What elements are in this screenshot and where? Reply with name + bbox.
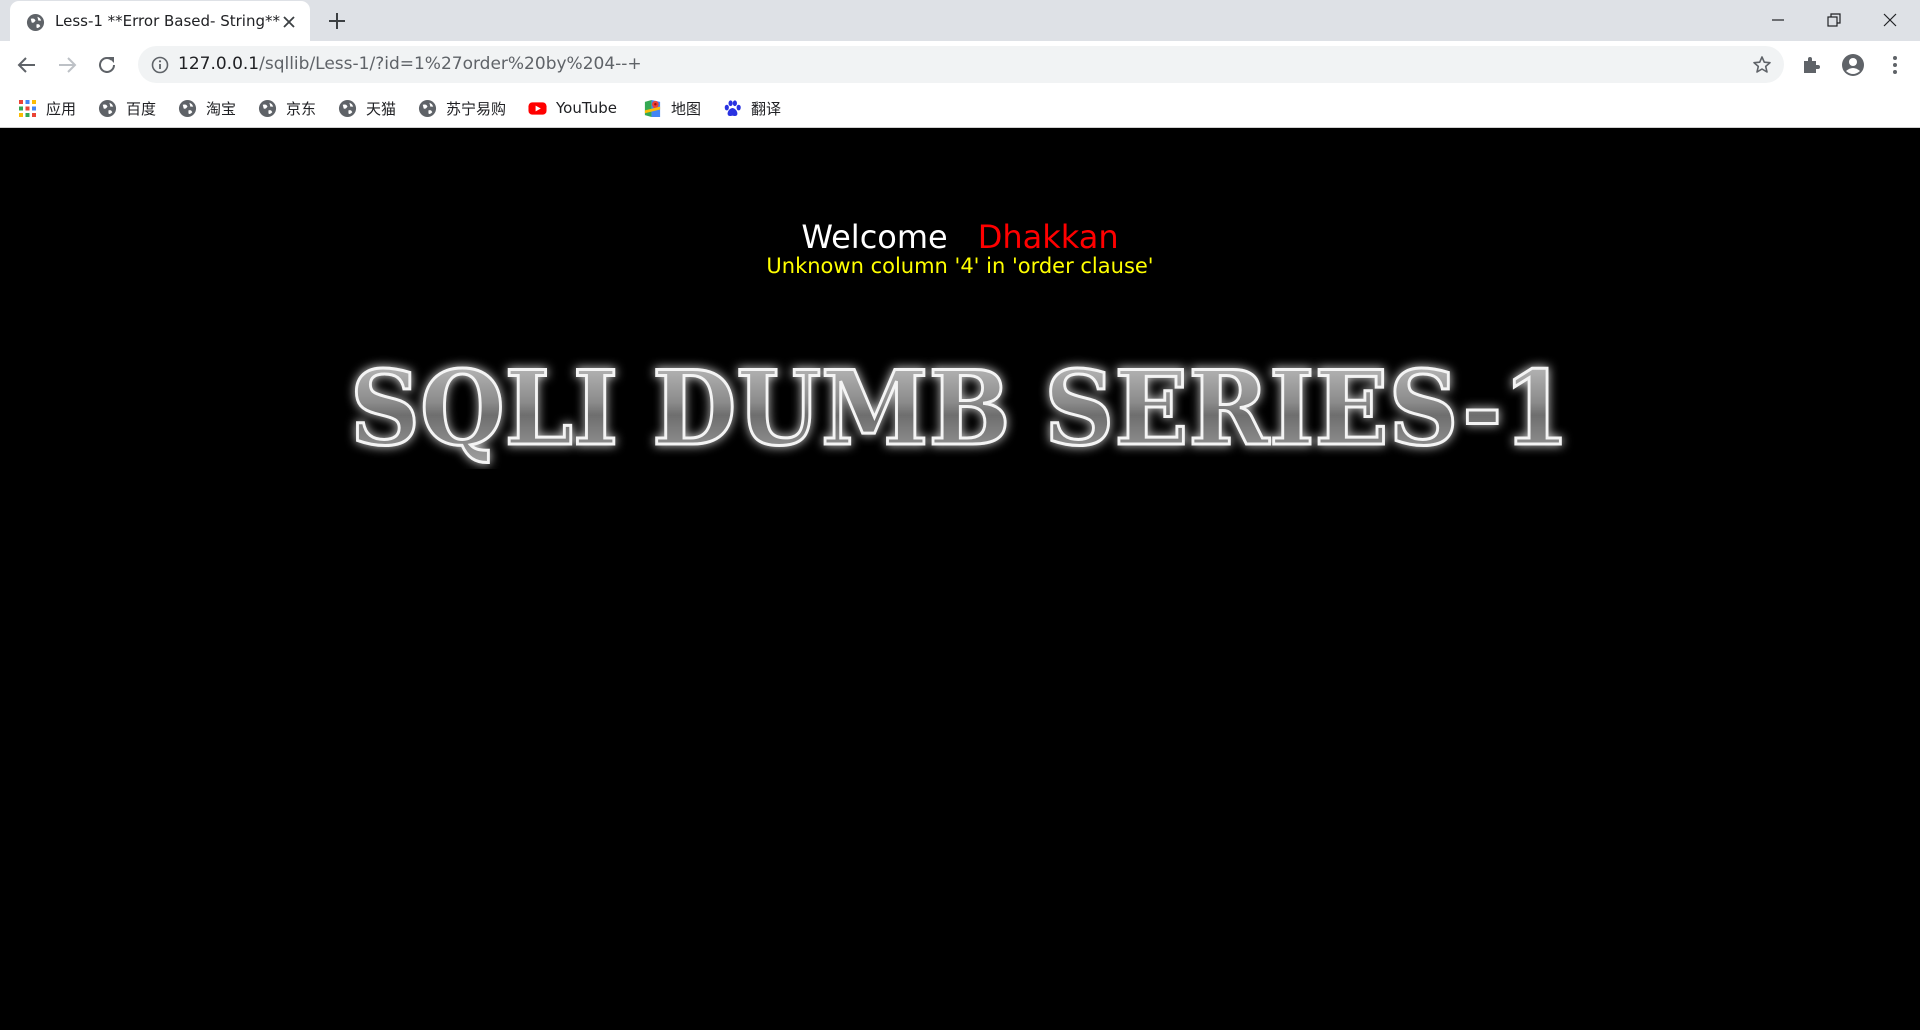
bookmark-label: YouTube — [556, 99, 617, 117]
browser-toolbar: 127.0.0.1/sqllib/Less-1/?id=1%27order%20… — [0, 41, 1920, 88]
baidu-paw-icon — [724, 99, 741, 116]
close-tab-icon[interactable] — [280, 13, 298, 31]
user-name: Dhakkan — [977, 218, 1119, 256]
bookmark-youtube[interactable]: YouTube — [528, 94, 617, 122]
url-path: /sqllib/Less-1/?id=1%27order%20by%204--+ — [259, 54, 642, 74]
bookmark-jd[interactable]: 京东 — [258, 94, 316, 122]
globe-icon — [26, 13, 45, 32]
bookmark-label: 淘宝 — [206, 99, 237, 118]
welcome-line: Welcome Dhakkan — [0, 218, 1920, 256]
minimize-window-icon[interactable] — [1766, 8, 1790, 32]
apps-grid-icon — [19, 99, 36, 117]
bookmark-label: 京东 — [286, 99, 317, 118]
address-bar[interactable]: 127.0.0.1/sqllib/Less-1/?id=1%27order%20… — [138, 46, 1784, 83]
bookmark-label: 翻译 — [751, 99, 782, 118]
bookmark-star-icon[interactable] — [1750, 53, 1774, 77]
url-host: 127.0.0.1 — [178, 54, 260, 74]
globe-icon — [258, 99, 277, 117]
bookmark-maps[interactable]: 地图 — [643, 94, 701, 122]
welcome-text: Welcome — [801, 218, 948, 256]
reload-icon[interactable] — [94, 52, 120, 78]
sqli-dumb-series-logo: SQLI DUMB SERIES-1 — [349, 349, 1572, 469]
page-body: Welcome Dhakkan Unknown column '4' in 'or… — [0, 129, 1920, 1030]
restore-window-icon[interactable] — [1822, 8, 1846, 32]
back-arrow-icon[interactable] — [14, 52, 40, 78]
logo-text: SQLI DUMB SERIES-1 — [350, 349, 1570, 469]
bookmark-label: 应用 — [46, 99, 77, 118]
forward-arrow-icon[interactable] — [54, 52, 80, 78]
bookmark-label: 百度 — [126, 99, 157, 118]
bookmark-label: 地图 — [671, 99, 702, 118]
url-text[interactable]: 127.0.0.1/sqllib/Less-1/?id=1%27order%20… — [178, 54, 642, 74]
new-tab-plus-icon[interactable] — [326, 10, 348, 32]
bookmark-suning[interactable]: 苏宁易购 — [418, 94, 506, 122]
globe-icon — [418, 99, 437, 117]
tab-title: Less-1 **Error Based- String** — [55, 12, 280, 30]
globe-icon — [98, 99, 117, 117]
bookmark-label: 苏宁易购 — [446, 99, 507, 118]
profile-avatar-icon[interactable] — [1840, 52, 1866, 78]
more-menu-icon[interactable] — [1882, 52, 1908, 78]
bookmark-taobao[interactable]: 淘宝 — [178, 94, 236, 122]
globe-icon — [178, 99, 197, 117]
tab-strip: Less-1 **Error Based- String** — [0, 0, 1920, 41]
sql-error-message: Unknown column '4' in 'order clause' — [766, 254, 1154, 278]
globe-icon — [338, 99, 357, 117]
browser-tab[interactable]: Less-1 **Error Based- String** — [10, 1, 310, 41]
youtube-icon — [528, 101, 547, 115]
site-info-icon[interactable] — [150, 55, 170, 75]
close-window-icon[interactable] — [1878, 8, 1902, 32]
bookmarks-bar: 应用 百度 淘宝 京东 天猫 苏宁易购 YouTube 地图 翻译 — [0, 88, 1920, 128]
bookmark-tmall[interactable]: 天猫 — [338, 94, 396, 122]
bookmark-translate[interactable]: 翻译 — [723, 94, 781, 122]
extensions-puzzle-icon[interactable] — [1798, 52, 1824, 78]
bookmark-baidu[interactable]: 百度 — [98, 94, 156, 122]
maps-icon — [644, 99, 661, 117]
bookmark-apps[interactable]: 应用 — [18, 94, 76, 122]
bookmark-label: 天猫 — [366, 99, 397, 118]
